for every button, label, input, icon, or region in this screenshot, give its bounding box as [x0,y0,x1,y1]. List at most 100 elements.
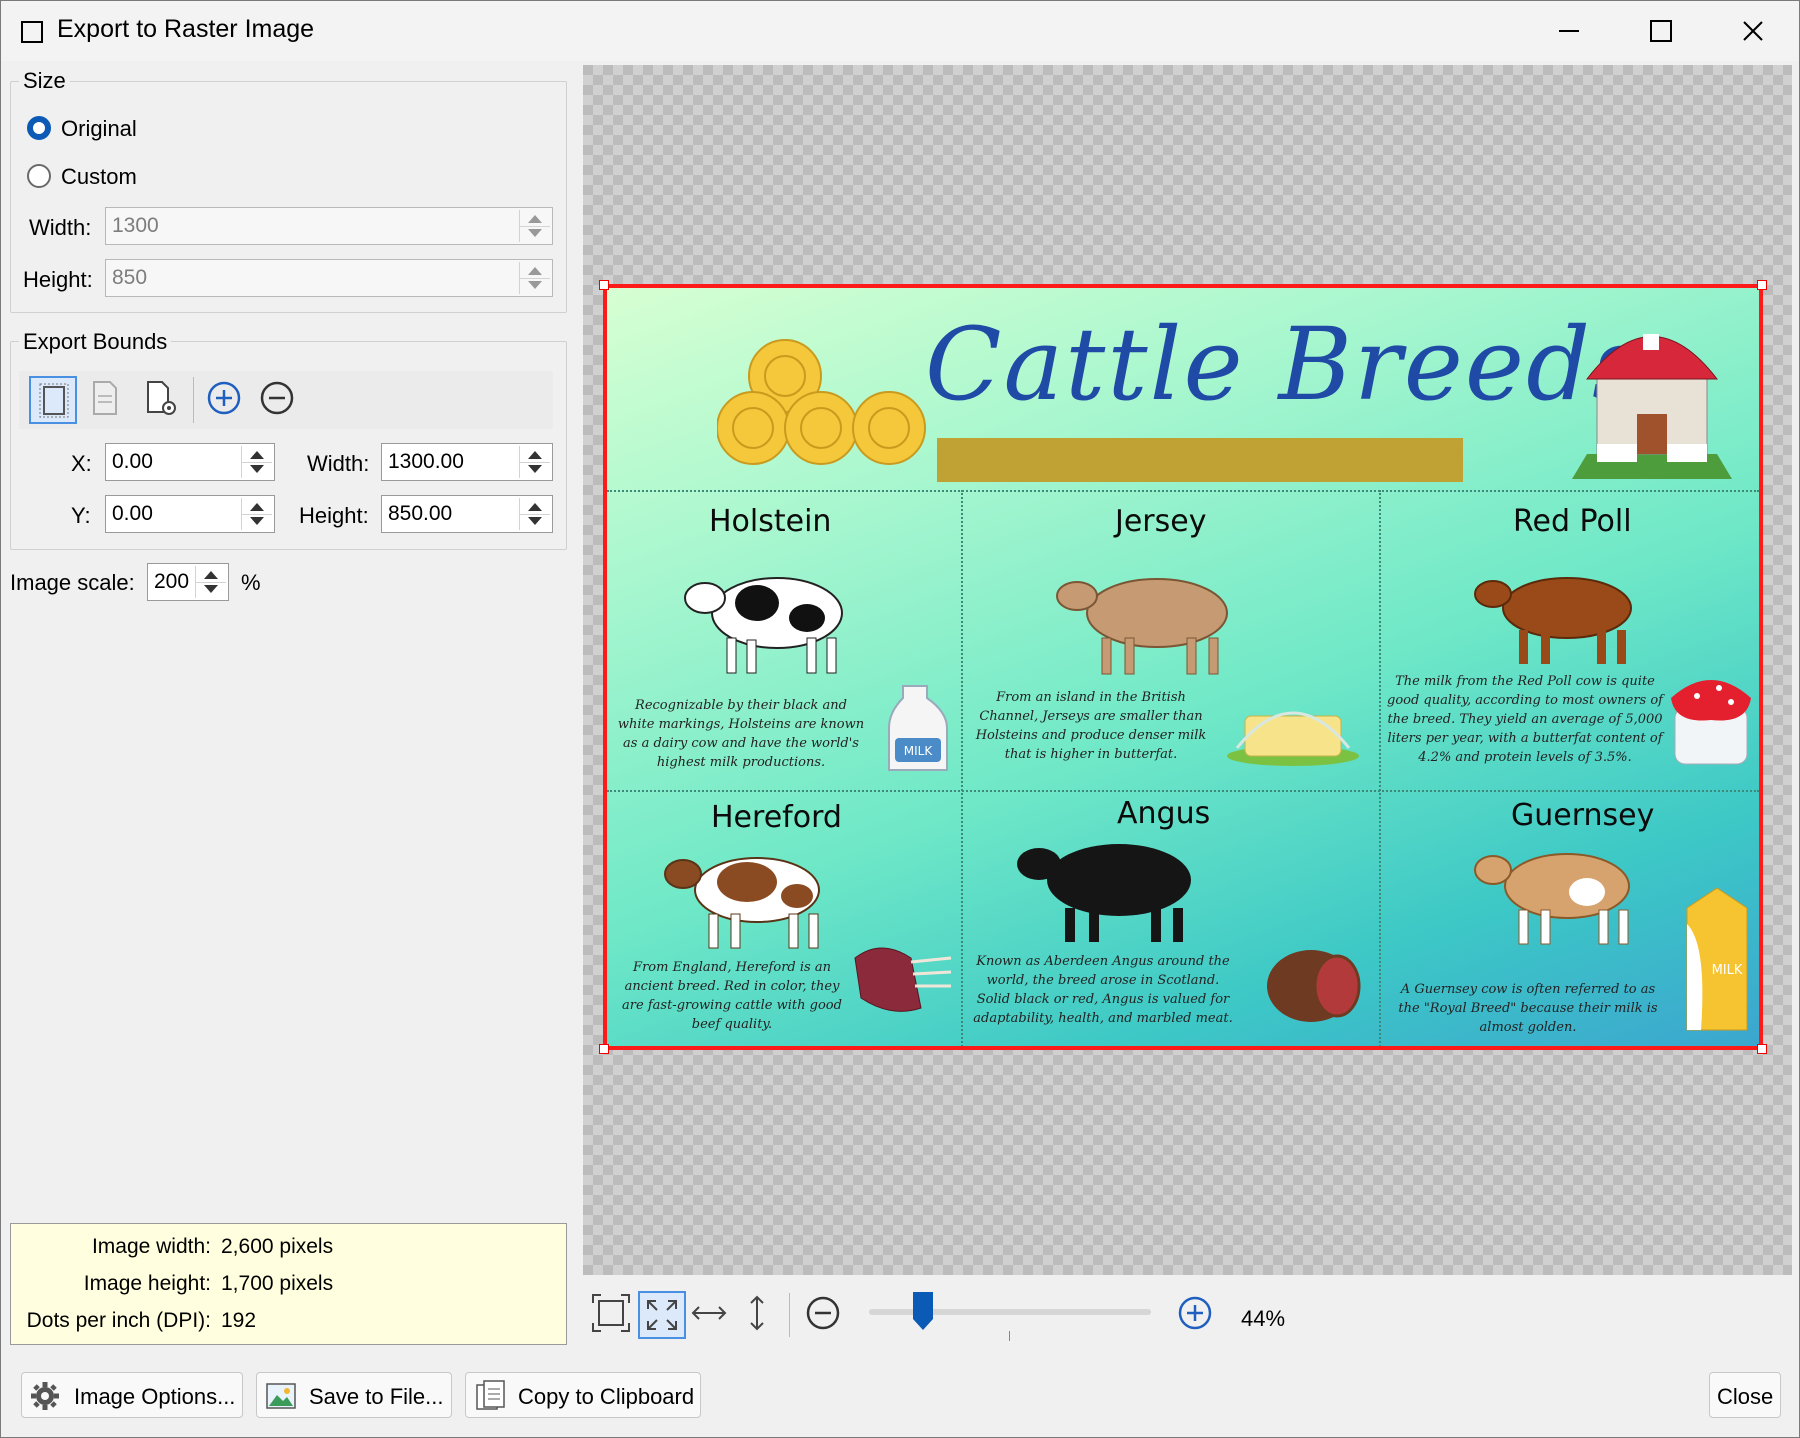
zoom-separator [789,1293,790,1337]
bounds-y-spinner[interactable] [241,498,272,530]
bounds-height-label: Height: [299,503,369,528]
document-icon [93,381,117,415]
bounds-x-spinner[interactable] [241,446,272,478]
zoom-out-icon [806,1296,840,1330]
clipboard-icon [476,1380,505,1410]
jam-jar-image [1671,680,1751,765]
maximize-button[interactable] [1615,1,1707,61]
window-icon [21,21,43,43]
image-scale-label: Image scale: [10,570,135,595]
bounds-x-input[interactable]: 0.00 [105,443,275,481]
bounds-x-label: X: [71,451,92,476]
breed-description: From England, Hereford is an ancient bre… [622,960,842,1032]
custom-bounds-button[interactable] [137,376,185,424]
image-scale-spinner[interactable] [195,566,226,598]
expand-bounds-button[interactable] [202,376,250,424]
fit-page-icon [592,1294,630,1332]
fit-width-button[interactable] [687,1291,735,1339]
hay-bales-image [717,339,926,465]
toolbar-separator [193,377,194,423]
breed-title: Red Poll [1513,504,1632,539]
grid-line [607,790,1759,792]
breed-title: Hereford [711,800,842,835]
resize-handle[interactable] [599,1044,609,1054]
zoom-slider-tick [1009,1331,1010,1341]
image-width-value: 2,600 pixels [221,1235,334,1258]
original-radio[interactable] [27,116,51,140]
breed-description: A Guernsey cow is often referred to as t… [1398,982,1658,1035]
breed-title: Guernsey [1511,798,1655,833]
breed-title: Jersey [1115,504,1207,539]
export-dialog: Export to Raster Image Size Original Cus… [0,0,1800,1438]
holstein-cow-image [684,577,843,674]
save-to-file-button[interactable]: Save to File... [256,1372,452,1418]
close-button[interactable]: Close [1709,1372,1781,1418]
butter-dish-image [1227,711,1359,766]
zoom-level: 44% [1241,1306,1286,1331]
original-label[interactable]: Original [61,116,137,142]
bounds-y-input[interactable]: 0.00 [105,495,275,533]
fit-height-button[interactable] [735,1291,783,1339]
close-window-button[interactable] [1707,1,1799,61]
horizontal-arrows-icon [691,1306,727,1320]
poster-title: Cattle Breeds [925,306,1646,423]
image-width-label: Image width: [91,1235,211,1258]
resize-handle[interactable] [1757,280,1767,290]
angus-cow-image [1017,844,1191,942]
size-width-label: Width: [29,215,92,240]
bounds-y-label: Y: [71,503,91,528]
size-height-spinner[interactable] [519,262,550,294]
zoom-in-icon [1178,1296,1212,1330]
breed-description: From an island in the British Channel, J… [975,690,1207,762]
guernsey-cow-image [1474,853,1630,945]
image-options-button[interactable]: Image Options... [21,1372,243,1418]
jersey-cow-image [1056,578,1228,675]
minimize-button[interactable] [1523,1,1615,61]
size-group-label: Size [19,68,70,94]
bounds-width-input[interactable]: 1300.00 [381,443,553,481]
bounds-width-label: Width: [307,451,370,476]
size-width-input[interactable]: 1300 [105,207,553,245]
barn-image [1572,334,1732,479]
size-width-spinner[interactable] [519,210,550,242]
resize-handle[interactable] [599,280,609,290]
resize-handle[interactable] [1757,1044,1767,1054]
beef-ribs-image [854,947,952,1012]
plus-circle-icon [207,381,241,415]
content-bounds-button[interactable] [83,376,131,424]
custom-label[interactable]: Custom [61,164,137,190]
bounds-width-spinner[interactable] [519,446,550,478]
copy-to-clipboard-button[interactable]: Copy to Clipboard [465,1372,701,1418]
page-bounds-icon [39,383,69,418]
zoom-slider-thumb[interactable] [912,1291,934,1331]
milk-carton-image: MILK [1686,887,1748,1031]
bounds-height-input[interactable]: 850.00 [381,495,553,533]
bounds-toolbar [19,371,553,429]
dpi-label: Dots per inch (DPI): [26,1309,211,1332]
svg-text:MILK: MILK [1712,963,1743,978]
size-height-input[interactable]: 850 [105,259,553,297]
fit-window-button[interactable] [638,1291,686,1339]
page-bounds-button[interactable] [29,376,77,424]
fit-page-button[interactable] [589,1291,637,1339]
image-height-value: 1,700 pixels [221,1272,334,1295]
breed-description: Known as Aberdeen Angus around the world… [973,954,1233,1026]
beef-roast-image [1267,950,1361,1022]
export-bounds-label: Export Bounds [19,329,172,355]
bounds-height-spinner[interactable] [519,498,550,530]
red-poll-cow-image [1474,577,1632,664]
zoom-out-button[interactable] [801,1291,849,1339]
hereford-cow-image [664,857,820,949]
window-title: Export to Raster Image [57,15,315,43]
poster-preview: Cattle Breeds Holstein Recognizable by t… [603,284,1763,1050]
title-bar: Export to Raster Image [1,1,1799,61]
zoom-in-button[interactable] [1173,1291,1221,1339]
close-icon [1743,21,1763,41]
grid-line [1379,490,1381,1046]
shrink-bounds-button[interactable] [255,376,303,424]
image-scale-unit: % [241,570,261,595]
image-scale-input[interactable]: 200 [147,563,229,601]
image-info-box: Image width: 2,600 pixels Image height: … [10,1223,567,1345]
custom-radio[interactable] [27,164,51,188]
breed-description: Recognizable by their black and white ma… [617,698,865,770]
